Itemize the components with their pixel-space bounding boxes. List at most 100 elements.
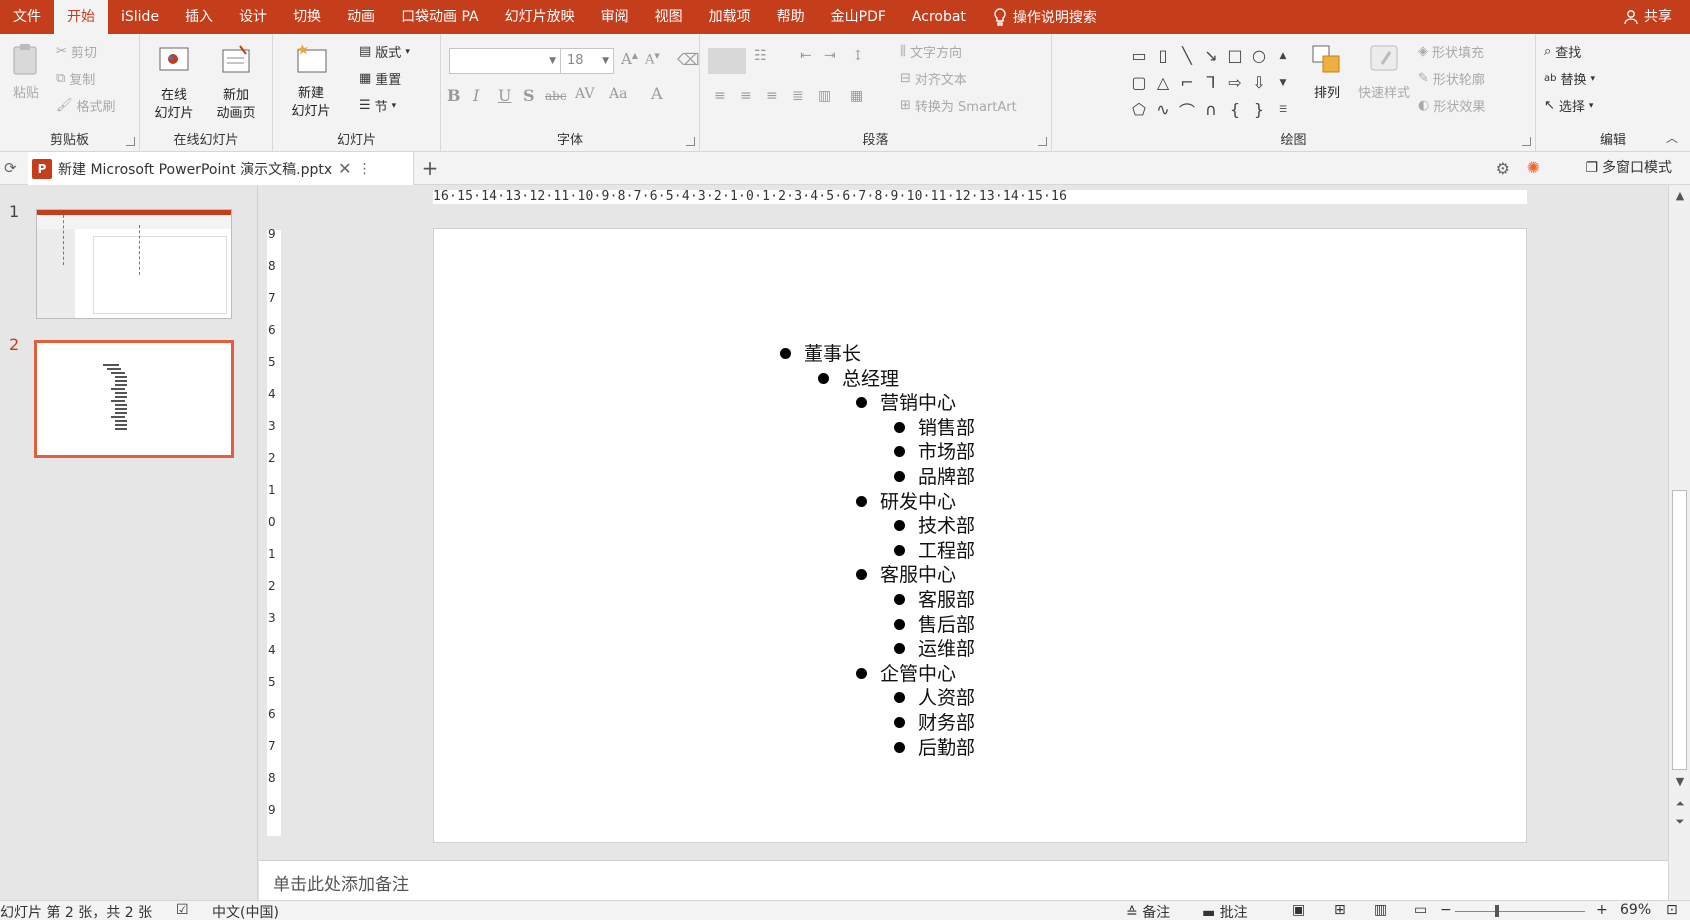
gallery-up-icon[interactable]: ▲ xyxy=(1271,42,1295,69)
share-button[interactable]: 共享 xyxy=(1624,0,1672,34)
normal-view-icon[interactable]: ▣ xyxy=(1292,902,1305,918)
language-indicator[interactable]: 中文(中国) xyxy=(212,902,279,920)
document-tab[interactable]: P 新建 Microsoft PowerPoint 演示文稿.pptx ✕ ⋮ xyxy=(28,152,414,185)
slide-thumbnail-1[interactable] xyxy=(36,209,232,319)
drawing-launcher-icon[interactable] xyxy=(1522,137,1531,146)
spellcheck-icon[interactable]: ☑ xyxy=(176,902,189,918)
smartart-button[interactable]: ⊞ 转换为 SmartArt xyxy=(900,96,1017,115)
shadow-icon[interactable]: S xyxy=(523,86,535,105)
select-button[interactable]: ↖ 选择 ▾ xyxy=(1544,96,1593,115)
triangle-shape-icon[interactable]: △ xyxy=(1151,69,1175,96)
align-right-icon[interactable]: ≡ xyxy=(766,88,778,104)
shapes-gallery[interactable]: ▭ ▯ ╲ ↘ □ ○ ▲ ▢ △ ⌐ ⅂ ⇨ ⇩ ▼ ⬠ ∿ ⌒ ∩ { } … xyxy=(1127,42,1297,126)
vertical-textbox-shape-icon[interactable]: ▯ xyxy=(1151,42,1175,69)
section-button[interactable]: ☰ 节 ▾ xyxy=(359,96,396,115)
line-shape-icon[interactable]: ╲ xyxy=(1175,42,1199,69)
close-icon[interactable]: ✕ xyxy=(338,159,351,178)
paragraph-launcher-icon[interactable] xyxy=(1038,137,1047,146)
outline-item[interactable]: 售后部 xyxy=(893,613,975,638)
curve-shape-icon[interactable]: ∩ xyxy=(1199,96,1223,123)
justify-icon[interactable]: ≣ xyxy=(792,88,804,104)
cut-button[interactable]: ✂ 剪切 xyxy=(56,42,97,61)
menu-tab[interactable]: 切换 xyxy=(280,0,334,34)
tell-me-search[interactable]: 操作说明搜索 xyxy=(979,7,1097,27)
comments-toggle[interactable]: ▬ 批注 xyxy=(1202,902,1248,920)
scroll-up-icon[interactable]: ▲ xyxy=(1669,189,1690,202)
format-painter-button[interactable]: 🖌 格式刷 xyxy=(56,96,116,115)
text-direction-button[interactable]: ⫼ 文字方向 xyxy=(900,42,962,61)
menu-tab[interactable]: 加载项 xyxy=(696,0,764,34)
menu-tab[interactable]: 设计 xyxy=(226,0,280,34)
previous-slide-icon[interactable]: ⏶ xyxy=(1669,797,1690,811)
down-arrow-shape-icon[interactable]: ⇩ xyxy=(1247,69,1271,96)
fit-to-window-icon[interactable]: ⊡ xyxy=(1666,902,1678,918)
notes-toggle[interactable]: ≙ 备注 xyxy=(1126,902,1170,920)
arc-shape-icon[interactable]: ⌒ xyxy=(1175,96,1199,123)
slide-thumbnail-2[interactable] xyxy=(34,340,234,458)
menu-tab[interactable]: iSlide xyxy=(108,0,172,34)
menu-tab[interactable]: 金山PDF xyxy=(818,0,899,34)
more-icon[interactable]: ⋮ xyxy=(358,161,372,177)
slideshow-icon[interactable]: ▭ xyxy=(1414,902,1427,918)
zoom-in-icon[interactable]: + xyxy=(1596,902,1608,918)
zoom-level[interactable]: 69% xyxy=(1620,902,1651,918)
zoom-slider-handle[interactable] xyxy=(1495,905,1499,917)
menu-tab[interactable]: 插入 xyxy=(172,0,226,34)
char-spacing-icon[interactable]: AV xyxy=(575,86,595,102)
clear-format-icon[interactable]: ⌫ xyxy=(677,50,700,69)
freeform-shape-icon[interactable]: ⬠ xyxy=(1127,96,1151,123)
scrollbar-thumb[interactable] xyxy=(1672,490,1687,770)
menu-tab[interactable]: Acrobat xyxy=(899,0,979,34)
outline-item[interactable]: 工程部 xyxy=(893,539,975,564)
slide-canvas[interactable]: 董事长 总经理 营销中心 销售部 市场部 品牌部 研发中心 技术部 工程部 客服中心 客服部 售后部运… xyxy=(433,228,1527,843)
arrange-button[interactable]: 排列 xyxy=(1305,42,1349,103)
replace-button[interactable]: ab 替换 ▾ xyxy=(1544,69,1595,88)
new-tab-button[interactable]: + xyxy=(414,152,446,185)
elbow-arrow-shape-icon[interactable]: ⅂ xyxy=(1199,69,1223,96)
right-brace-shape-icon[interactable]: } xyxy=(1247,96,1271,123)
outline-item[interactable]: 销售部 xyxy=(893,416,975,441)
scribble-shape-icon[interactable]: ∿ xyxy=(1151,96,1175,123)
paste-button[interactable]: 粘贴 xyxy=(6,42,46,103)
columns-icon[interactable]: ▦ xyxy=(850,88,863,104)
rounded-rect-shape-icon[interactable]: ▢ xyxy=(1127,69,1151,96)
shrink-font-icon[interactable]: A▼ xyxy=(645,52,660,67)
quick-styles-button[interactable]: 快速样式 xyxy=(1352,42,1416,103)
menu-tab[interactable]: 幻灯片放映 xyxy=(492,0,588,34)
menu-tab[interactable]: 帮助 xyxy=(764,0,818,34)
org-outline-textbox[interactable]: 董事长 总经理 营销中心 销售部 市场部 品牌部 研发中心 技术部 工程部 客服中心 客服部 售后部运… xyxy=(779,342,975,761)
menu-tab[interactable]: 文件 xyxy=(0,0,54,34)
reset-button[interactable]: ▦ 重置 xyxy=(359,69,401,88)
align-text-button[interactable]: ⊟ 对齐文本 xyxy=(900,69,967,88)
multi-window-button[interactable]: ❐ 多窗口模式 xyxy=(1585,152,1672,185)
outline-item[interactable]: 研发中心 xyxy=(855,490,975,515)
menu-tab[interactable]: 视图 xyxy=(642,0,696,34)
textbox-shape-icon[interactable]: ▭ xyxy=(1127,42,1151,69)
shape-effects-button[interactable]: ◐ 形状效果 xyxy=(1418,96,1485,115)
tab-list-icon[interactable]: ⟳ xyxy=(4,159,17,177)
horizontal-ruler[interactable]: 16·15·14·13·12·11·10·9·8·7·6·5·4·3·2·1·0… xyxy=(433,190,1527,204)
vertical-ruler[interactable]: 9 8 7 6 5 4 3 2 1 0 1 2 3 4 5 6 7 8 9 xyxy=(267,228,281,836)
menu-tab[interactable]: 动画 xyxy=(334,0,388,34)
vertical-scrollbar[interactable]: ▲ ▼ ⏶ ⏷ xyxy=(1668,185,1690,900)
align-center-icon[interactable]: ≡ xyxy=(740,88,752,104)
new-slide-button[interactable]: 新建 幻灯片 xyxy=(279,42,343,121)
outline-item[interactable]: 客服中心 xyxy=(855,563,975,588)
next-slide-icon[interactable]: ⏷ xyxy=(1669,815,1690,829)
outline-item[interactable]: 营销中心 xyxy=(855,391,975,416)
align-left-icon[interactable]: ≡ xyxy=(714,88,726,104)
left-brace-shape-icon[interactable]: { xyxy=(1223,96,1247,123)
menu-tab[interactable]: 口袋动画 PA xyxy=(388,0,492,34)
bullets-icon[interactable] xyxy=(708,48,746,74)
new-animation-page-button[interactable]: 新加 动画页 xyxy=(204,44,268,123)
font-name-combo[interactable]: ▼ xyxy=(449,48,561,74)
outline-item[interactable]: 客服部 xyxy=(893,588,975,613)
outline-item[interactable]: 运维部 xyxy=(893,637,975,662)
clipboard-launcher-icon[interactable] xyxy=(126,137,135,146)
outline-item[interactable]: 后勤部 xyxy=(893,736,975,761)
find-button[interactable]: ⌕ 查找 xyxy=(1544,42,1581,61)
zoom-out-icon[interactable]: − xyxy=(1440,902,1452,918)
copy-button[interactable]: ⧉ 复制 xyxy=(56,69,95,88)
slide-sorter-icon[interactable]: ⊞ xyxy=(1334,902,1346,918)
change-case-icon[interactable]: Aa xyxy=(609,86,627,102)
